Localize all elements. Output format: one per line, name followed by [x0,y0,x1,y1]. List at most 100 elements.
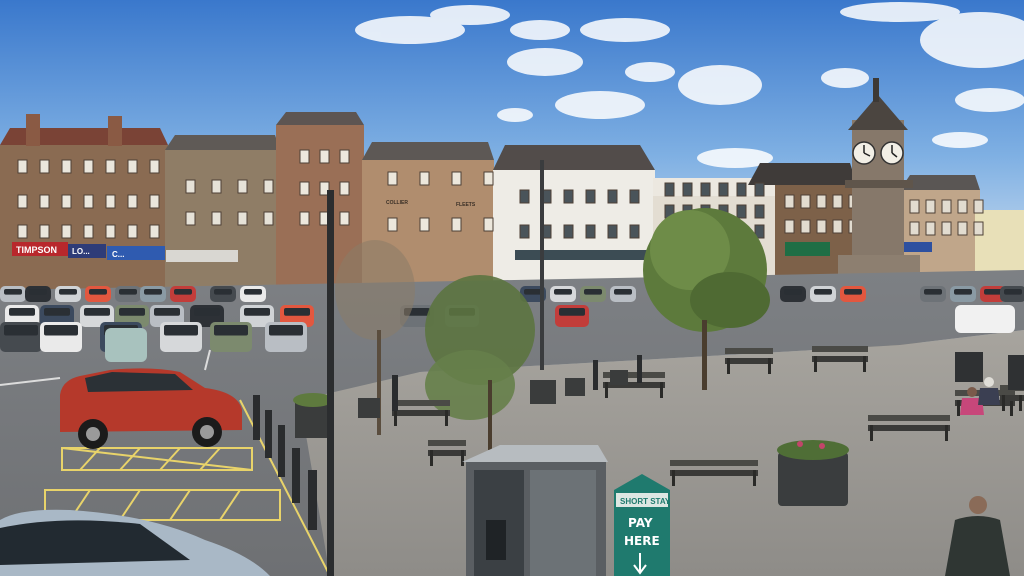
shop-sign-timpson: TIMPSON [16,245,57,255]
bench-leg [863,356,866,372]
window [736,182,747,197]
town-square-webcam-scene: TIMPSON LO... C... COLLIER FLEETS SHORT … [0,0,1024,576]
car-window [984,289,1002,295]
window [451,217,462,232]
window [957,221,968,236]
window [718,182,729,197]
window [832,194,843,209]
car-window [119,289,137,295]
window [83,159,94,174]
bench-seat [670,470,758,476]
window [800,194,811,209]
sign-line-short-stay: SHORT STAY [620,497,671,506]
window [237,179,248,194]
window [299,211,310,226]
bench-leg [445,410,448,426]
window [339,181,350,196]
window [832,219,843,234]
window [754,204,765,219]
window [263,211,274,226]
car-window [614,289,632,295]
window [299,181,310,196]
bench-leg [1010,400,1013,416]
shop-sign-fleets: FLEETS [456,202,476,208]
window [149,159,160,174]
window [941,199,952,214]
bench-leg [870,425,873,441]
car-window [174,289,192,295]
window [519,224,530,239]
window [149,194,160,209]
bench-leg [461,450,464,466]
car-window [9,308,35,316]
car-window [4,325,38,336]
window [39,224,50,239]
bench-leg [605,382,608,398]
window [61,159,72,174]
car-window [584,289,602,295]
bench-leg [394,410,397,426]
car-window [194,308,220,316]
window [263,179,274,194]
window [941,221,952,236]
window [483,217,494,232]
window [585,189,596,204]
window [127,159,138,174]
window [784,219,795,234]
bench-leg [660,382,663,398]
bench-seat [392,410,450,416]
window [736,204,747,219]
car-window [524,289,542,295]
car-window [84,308,110,316]
window [784,194,795,209]
window [754,182,765,197]
car-window [144,289,162,295]
window [105,159,116,174]
green-car [105,328,147,362]
shop-sign-collier: COLLIER [386,200,408,206]
window [339,149,350,164]
sign-line-pay: PAY [628,516,653,530]
window [629,224,640,239]
window [83,194,94,209]
window [17,224,28,239]
car-window [554,289,572,295]
short-stay-pay-here-sign: SHORT STAY PAY HERE [614,474,671,576]
window [607,189,618,204]
car-window [214,289,232,295]
window [563,224,574,239]
window [299,149,310,164]
window [17,194,28,209]
scene-illustration: TIMPSON LO... C... COLLIER FLEETS SHORT … [0,0,1024,576]
shop-sign-3: C... [112,250,124,259]
car-window [29,289,47,295]
bench-leg [672,470,675,486]
window [17,159,28,174]
bin [955,352,983,382]
car-window [814,289,832,295]
bench-back [428,440,466,446]
bench-seat [725,358,773,364]
bench-seat [868,425,950,431]
window [185,211,196,226]
window [105,194,116,209]
window [149,224,160,239]
bench-leg [768,358,771,374]
window [61,194,72,209]
bench-back [812,346,868,352]
phone-kiosk [462,445,608,576]
bench-leg [430,450,433,466]
bench-back [725,348,773,354]
bench-leg [1002,395,1005,411]
car-window [244,289,262,295]
bench-leg [957,400,960,416]
bench-leg [814,356,817,372]
window [185,179,196,194]
car-window [284,308,310,316]
window [211,179,222,194]
car-window [119,308,145,316]
car-window [924,289,942,295]
window [816,194,827,209]
car-window [784,289,802,295]
sign-line-here: HERE [624,534,660,548]
